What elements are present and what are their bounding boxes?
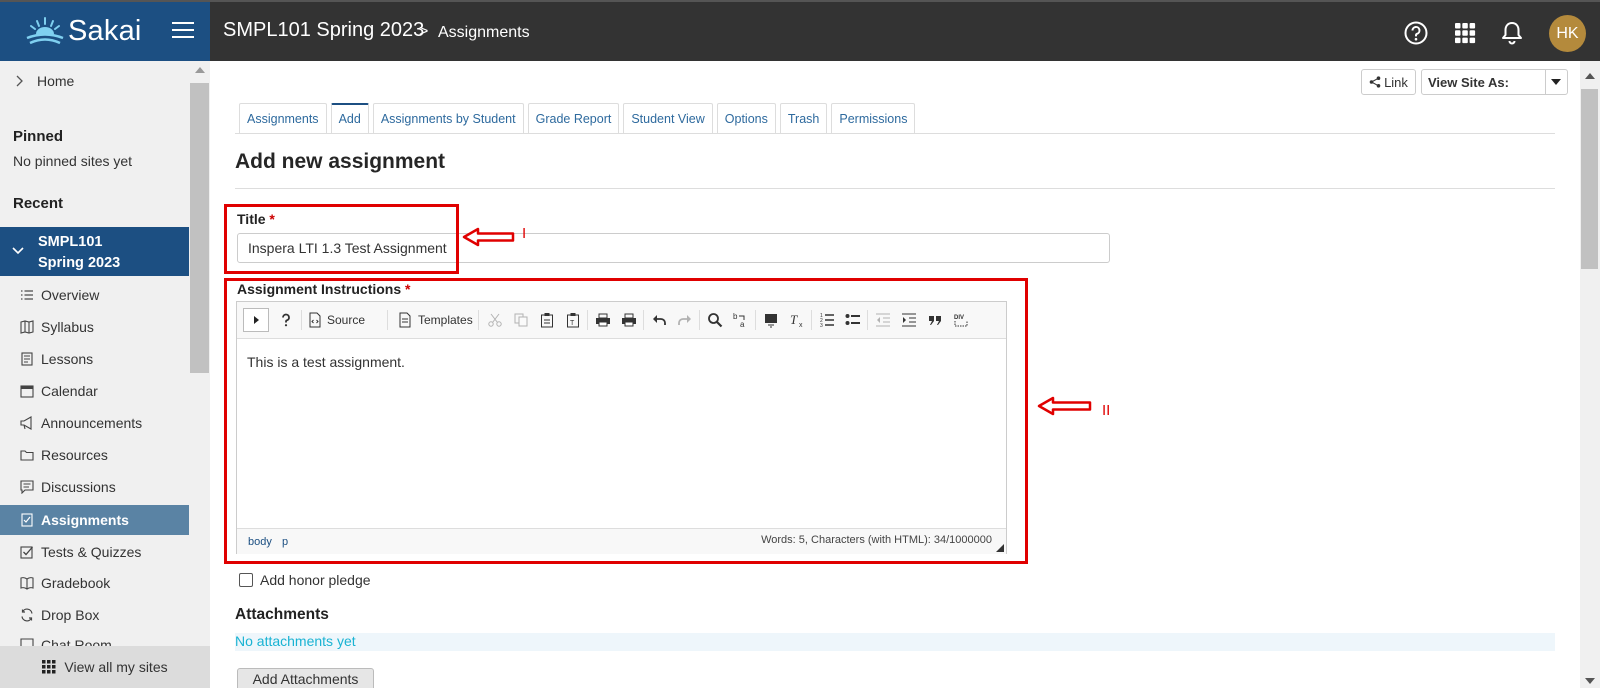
chevron-right-icon [16,75,23,87]
tab-trash[interactable]: Trash [779,103,828,133]
annotation-label-two: II [1102,402,1111,419]
tab-options[interactable]: Options [716,103,776,133]
share-icon [1369,76,1381,88]
top-bar: Sakai SMPL101 Spring 2023 > Assignments … [0,0,1600,61]
app-root: Sakai SMPL101 Spring 2023 > Assignments … [0,0,1600,688]
sidebar-item-home[interactable]: Home [13,73,74,89]
bell-icon[interactable] [1499,20,1525,46]
sidebar-item-label: Chat Room [41,637,112,646]
sidebar-item-label: Tests & Quizzes [41,544,142,560]
menu-icon[interactable] [172,22,194,40]
tab-add[interactable]: Add [330,103,369,133]
pinned-heading: Pinned [13,128,64,145]
view-site-as-select[interactable]: View Site As: [1421,69,1568,95]
tab-assignments-by-student[interactable]: Assignments by Student [372,103,524,133]
calendar-icon [20,385,34,398]
breadcrumb-page[interactable]: Assignments [438,24,530,42]
site-name-line2: Spring 2023 [38,255,121,271]
chevron-down-icon [1545,70,1567,94]
document-icon [21,352,33,366]
home-label: Home [37,73,75,89]
assignment-icon [21,513,33,527]
annotation-box-title [224,204,459,274]
sidebar-item-label: Announcements [41,415,143,431]
sakai-logo-icon [26,16,64,44]
sidebar-item-calendar[interactable]: Calendar [0,376,189,406]
sidebar-item-drop-box[interactable]: Drop Box [0,600,189,630]
sidebar-item-label: Calendar [41,383,98,399]
site-title[interactable]: SMPL101 Spring 2023 [223,19,424,42]
sidebar-item-label: Gradebook [41,575,111,591]
sync-icon [21,608,33,622]
apps-grid-icon[interactable] [1452,20,1478,46]
folder-icon [20,450,34,461]
sidebar-item-overview[interactable]: Overview [0,280,189,310]
sidebar-item-lessons[interactable]: Lessons [0,344,189,374]
sidebar-item-gradebook[interactable]: Gradebook [0,568,189,598]
arrow-left-icon [462,227,515,247]
sidebar-item-discussions[interactable]: Discussions [0,472,189,502]
apps-grid-icon [42,660,56,674]
tab-student-view[interactable]: Student View [623,103,713,133]
sidebar-scrollbar[interactable] [190,61,210,641]
arrow-left-icon [1037,396,1092,416]
heading-divider [235,188,1555,189]
megaphone-icon [20,416,32,430]
sidebar-item-label: Assignments [41,512,129,528]
tab-divider [235,133,1555,134]
tab-assignments[interactable]: Assignments [239,103,327,133]
link-label: Link [1384,74,1408,90]
list-icon [21,290,33,300]
pinned-empty-text: No pinned sites yet [13,153,133,169]
sidebar-item-chat-room[interactable]: Chat Room [0,632,189,646]
main-scrollbar[interactable] [1580,61,1600,688]
honor-pledge-checkbox-row[interactable]: Add honor pledge [239,572,371,588]
add-attachments-button[interactable]: Add Attachments [237,668,374,688]
honor-pledge-label: Add honor pledge [260,572,371,588]
page-title: Add new assignment [235,150,446,173]
help-icon[interactable] [1403,20,1429,46]
sidebar-item-label: Syllabus [41,319,94,335]
site-name-line1: SMPL101 [38,234,103,250]
recent-heading: Recent [13,195,64,212]
sidebar-item-label: Discussions [41,479,116,495]
sidebar-item-tests-quizzes[interactable]: Tests & Quizzes [0,537,189,567]
chat-icon [20,480,34,494]
avatar[interactable]: HK [1549,15,1586,52]
chevron-down-icon [12,247,24,255]
link-button[interactable]: Link [1361,69,1416,95]
sidebar-item-resources[interactable]: Resources [0,440,189,470]
sidebar-site-smpl101[interactable]: SMPL101 Spring 2023 [0,227,189,276]
map-icon [20,320,34,334]
tab-grade-report[interactable]: Grade Report [527,103,620,133]
view-all-sites-button[interactable]: View all my sites [0,646,210,688]
view-site-as-label: View Site As: [1428,75,1509,90]
checkbox-icon [20,546,33,559]
sidebar-item-label: Lessons [41,351,94,367]
tab-permissions[interactable]: Permissions [831,103,916,133]
book-icon [20,577,34,590]
breadcrumb-separator: > [419,23,429,40]
sidebar-item-label: Overview [41,287,100,303]
annotation-box-instructions [224,278,1028,564]
view-all-label: View all my sites [64,659,168,675]
sidebar-item-announcements[interactable]: Announcements [0,408,189,438]
honor-pledge-checkbox[interactable] [239,573,253,587]
sidebar-item-label: Drop Box [41,607,100,623]
logo-text: Sakai [68,15,142,47]
attachments-heading: Attachments [235,606,329,623]
sidebar-item-label: Resources [41,447,108,463]
tab-bar: Assignments Add Assignments by Student G… [239,103,919,133]
no-attachments-text: No attachments yet [235,633,1555,651]
annotation-label-one: I [522,225,527,242]
sidebar-item-syllabus[interactable]: Syllabus [0,312,189,342]
sidebar-item-assignments[interactable]: Assignments [0,505,189,535]
chat-room-icon [20,638,34,646]
